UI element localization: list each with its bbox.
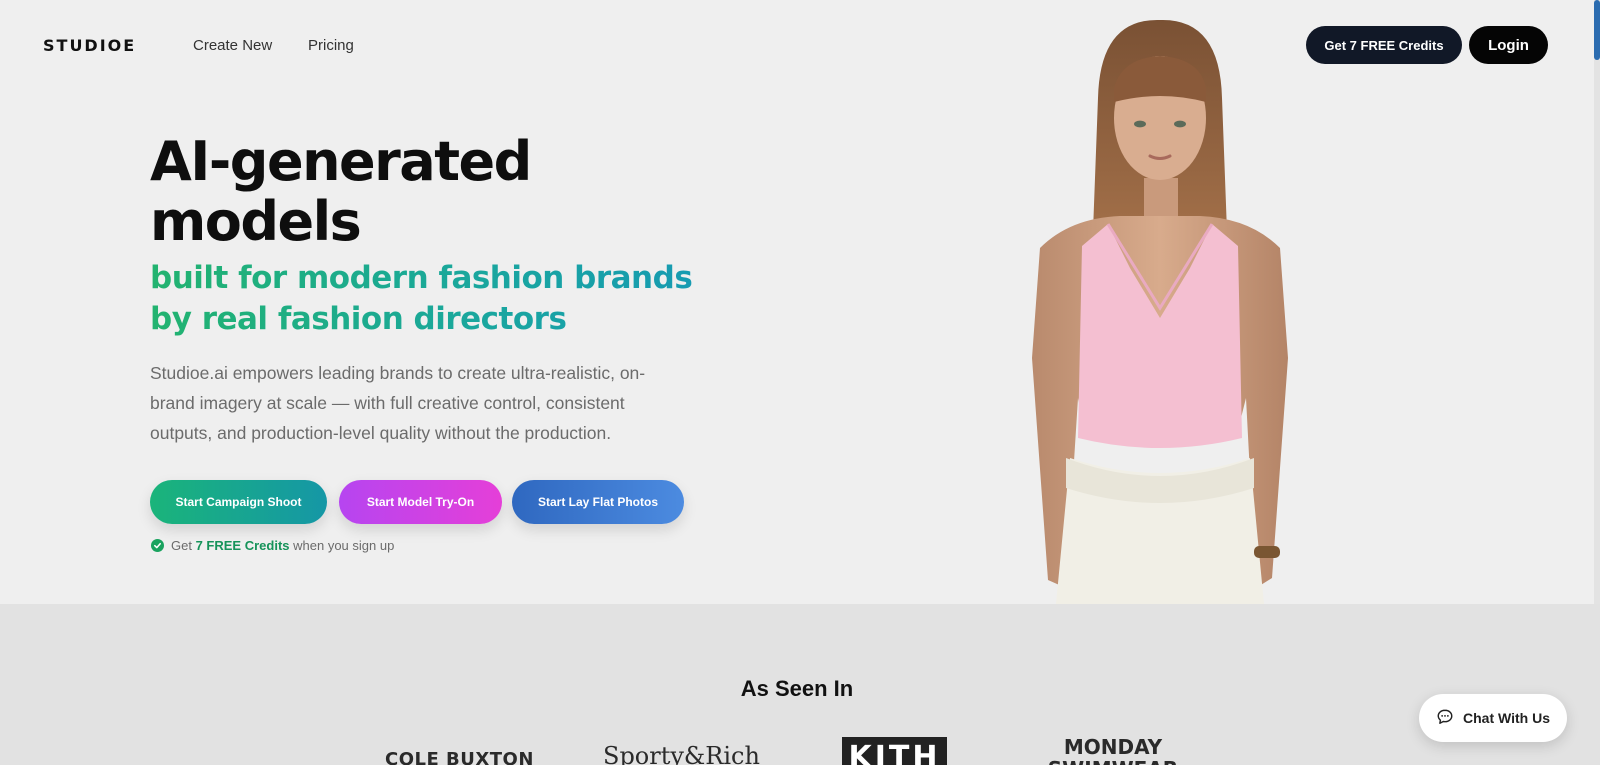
- note-prefix: Get: [171, 538, 192, 553]
- brand-logo-monday-swimwear: MONDAY SWIMWEAR: [1048, 735, 1178, 765]
- start-lay-flat-photos-button[interactable]: Start Lay Flat Photos: [512, 480, 684, 524]
- brand-logo[interactable]: STUDIOE: [43, 36, 136, 55]
- brand-logo-cole-buxton: COLE BUXTON: [385, 749, 534, 765]
- nav-link-pricing[interactable]: Pricing: [308, 37, 354, 54]
- brand-logo-kith: KITH: [842, 737, 947, 765]
- hero-section: STUDIOE Create New Pricing Get 7 FREE Cr…: [0, 0, 1600, 765]
- chat-with-us-button[interactable]: Chat With Us: [1419, 694, 1567, 742]
- headline-line-1: AI-generated: [150, 130, 532, 193]
- hero-description: Studioe.ai empowers leading brands to cr…: [150, 363, 646, 443]
- as-seen-in-title: As Seen In: [740, 676, 854, 701]
- model-image: [1010, 18, 1330, 604]
- note-text: Get 7 FREE Credits when you sign up: [171, 538, 394, 553]
- nav-link-create-new[interactable]: Create New: [193, 37, 272, 54]
- headline-line-2: models: [150, 190, 362, 253]
- chat-label: Chat With Us: [1463, 710, 1550, 726]
- hero-subheadline: built for modern fashion brands by real …: [150, 258, 730, 340]
- note-suffix: when you sign up: [293, 538, 395, 553]
- check-circle-icon: [151, 539, 164, 552]
- brand-logo-sporty-rich: Sporty&Rich: [603, 742, 760, 765]
- login-button[interactable]: Login: [1469, 26, 1548, 64]
- start-campaign-shoot-button[interactable]: Start Campaign Shoot: [150, 480, 327, 524]
- start-model-try-on-button[interactable]: Start Model Try-On: [339, 480, 502, 524]
- scrollbar-thumb[interactable]: [1594, 0, 1600, 60]
- note-credits-highlight: 7 FREE Credits: [195, 538, 290, 553]
- free-credits-note: Get 7 FREE Credits when you sign up: [151, 538, 394, 553]
- chat-bubble-icon: [1436, 708, 1454, 729]
- hero-headline: AI-generated models: [150, 132, 710, 252]
